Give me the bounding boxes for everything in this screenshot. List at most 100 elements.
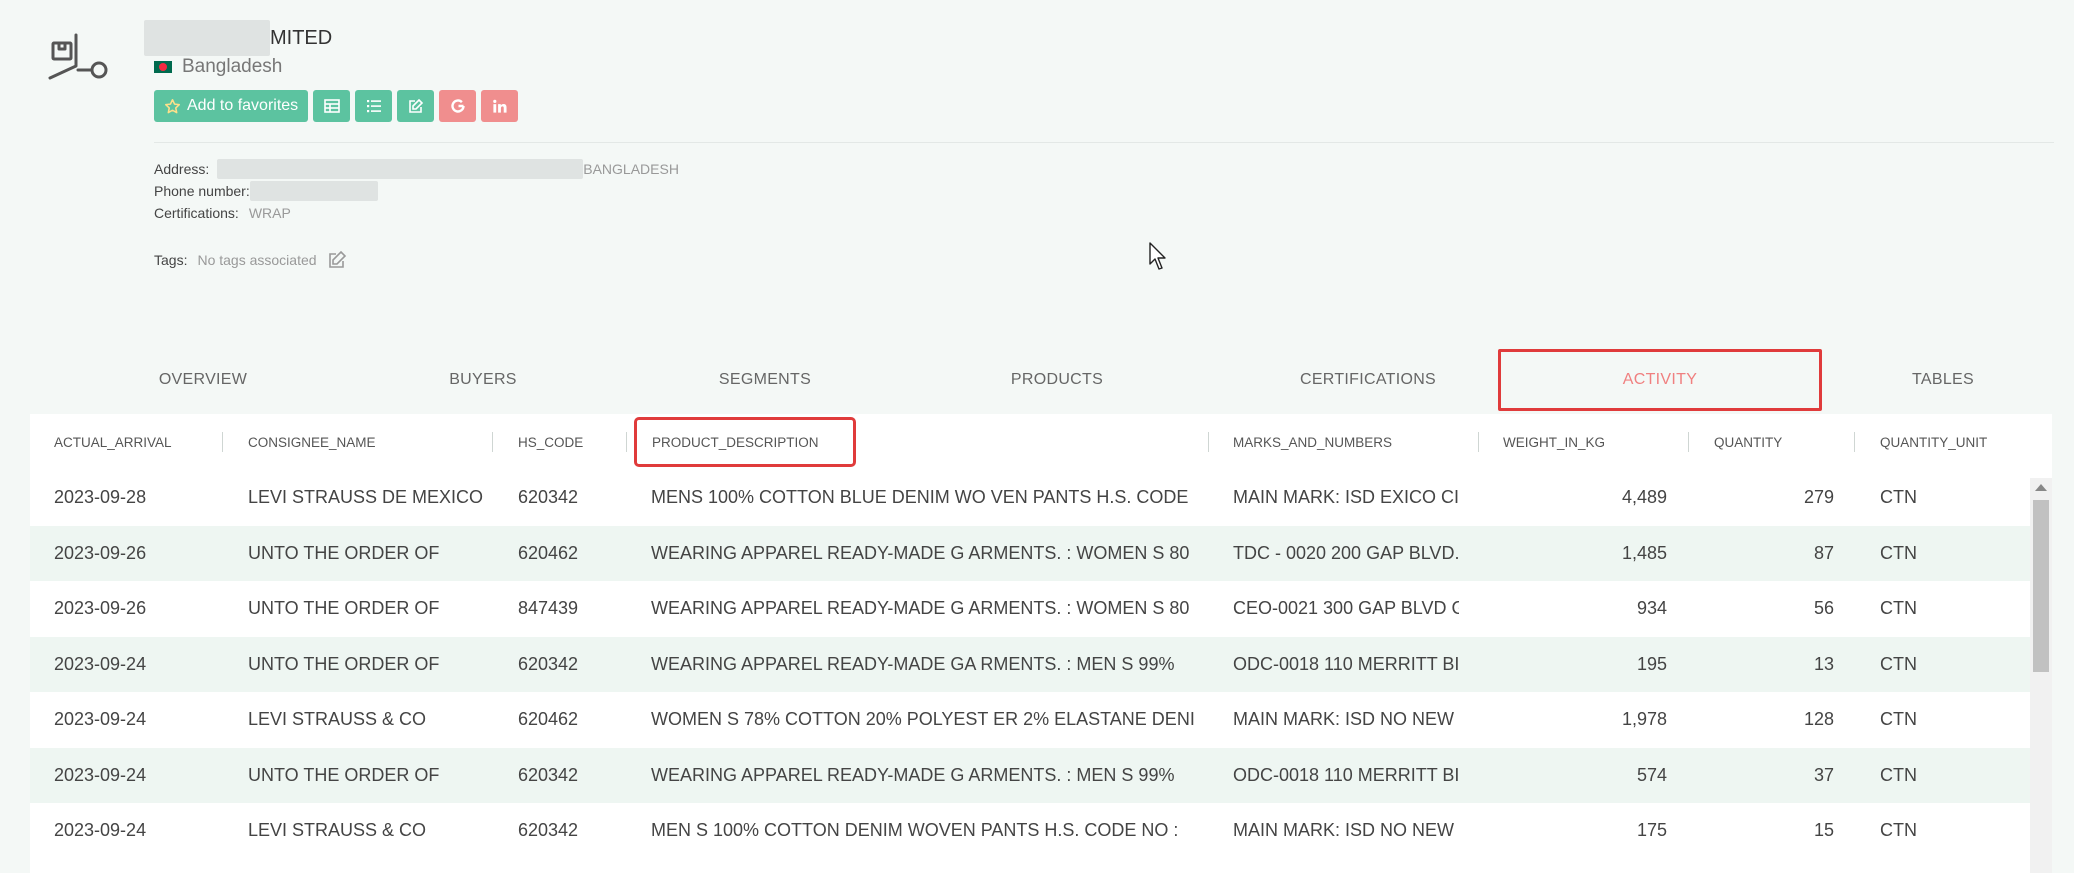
linkedin-button[interactable] [481,90,519,122]
table-row[interactable]: 2023-09-24 UNTO THE ORDER OF 620342 WEAR… [30,747,2030,803]
cell-product-description: WEARING APPAREL READY-MADE G ARMENTS. : … [651,764,1175,785]
table-body: 2023-09-28 LEVI STRAUSS DE MEXICO 620342… [30,470,2030,873]
tab-overview[interactable]: OVERVIEW [110,352,296,408]
column-resize-handle[interactable] [1208,432,1209,452]
activity-table: ACTUAL_ARRIVAL CONSIGNEE_NAME HS_CODE PR… [30,414,2052,873]
column-header-product-description[interactable]: PRODUCT_DESCRIPTION [634,417,856,467]
column-header-consignee-name[interactable]: CONSIGNEE_NAME [248,414,376,470]
cell-quantity-unit: CTN [1880,820,1917,840]
tab-certifications[interactable]: CERTIFICATIONS [1260,352,1476,408]
cell-quantity: 56 [1813,598,1834,618]
cell-quantity-unit: CTN [1880,598,1917,618]
cell-hs-code: 620342 [518,487,579,507]
company-info: Address: BANGLADESH Phone number: Certif… [154,158,679,224]
company-logo-icon [48,30,114,84]
cell-quantity-unit: CTN [1880,764,1917,785]
table-row[interactable]: 2023-09-24 LEVI STRAUSS & CO 620462 WOME… [30,692,2030,748]
column-resize-handle[interactable] [626,432,627,452]
table-row[interactable]: 2023-09-26 UNTO THE ORDER OF 620462 WEAR… [30,525,2030,581]
table-row[interactable]: 2023-09-28 LEVI STRAUSS DE MEXICO 620342… [30,470,2030,526]
company-name-suffix: MITED [270,26,333,49]
cell-weight-in-kg: 1,978 [1621,709,1667,729]
company-country: Bangladesh [154,56,282,78]
column-header-marks-and-numbers[interactable]: MARKS_AND_NUMBERS [1233,414,1392,470]
certifications-value: WRAP [248,205,291,221]
cell-actual-arrival: 2023-09-26 [54,598,147,618]
phone-row: Phone number: [154,180,679,202]
cell-marks-and-numbers: ODC-0018 110 MERRITT BI [1233,653,1459,674]
cell-quantity-unit: CTN [1880,653,1917,674]
cell-product-description: MEN S 100% COTTON DENIM WOVEN PANTS H.S.… [651,820,1179,840]
scrollbar-thumb[interactable] [2033,500,2049,672]
cell-hs-code: 620342 [518,820,579,840]
cell-actual-arrival: 2023-09-24 [54,709,147,729]
tags-value: No tags associated [197,252,317,268]
table-row[interactable]: 2023-09-24 LEVI STRAUSS & CO 620342 MEN … [30,803,2030,859]
cell-weight-in-kg: 175 [1636,820,1667,840]
edit-button[interactable] [397,90,435,122]
redacted-phone [249,181,378,201]
cell-marks-and-numbers: MAIN MARK: ISD EXICO CI [1233,487,1459,507]
table-view-button[interactable] [313,90,351,122]
table-header: ACTUAL_ARRIVAL CONSIGNEE_NAME HS_CODE PR… [30,414,2052,470]
cell-hs-code: 620462 [518,709,579,729]
cell-quantity: 15 [1813,820,1834,840]
cell-marks-and-numbers: TDC - 0020 200 GAP BLVD. [1233,542,1459,563]
tags-label: Tags: [154,252,188,268]
column-header-quantity[interactable]: QUANTITY [1714,414,1782,470]
add-to-favorites-button[interactable]: Add to favorites [154,90,309,122]
cell-quantity: 13 [1813,653,1834,674]
cell-weight-in-kg: 574 [1636,764,1667,785]
cell-product-description: WEARING APPAREL READY-MADE G ARMENTS. : … [651,542,1190,563]
column-resize-handle[interactable] [1688,432,1689,452]
column-header-actual-arrival[interactable]: ACTUAL_ARRIVAL [54,414,172,470]
cell-product-description: WOMEN S 78% COTTON 20% POLYEST ER 2% ELA… [651,709,1195,729]
tab-products[interactable]: PRODUCTS [962,352,1152,408]
cell-consignee-name: UNTO THE ORDER OF [248,653,440,674]
tags-row: Tags: No tags associated [154,248,347,272]
cell-actual-arrival: 2023-09-24 [54,653,147,674]
cell-marks-and-numbers: MAIN MARK: ISD NO NEW [1233,820,1455,840]
cell-hs-code: 620342 [518,653,579,674]
scroll-up-arrow-icon[interactable] [2035,484,2047,491]
list-icon [366,100,381,113]
tab-tables[interactable]: TABLES [1848,352,2038,408]
cell-weight-in-kg: 195 [1636,653,1667,674]
column-resize-handle[interactable] [222,432,223,452]
table-scrollbar[interactable] [2030,478,2052,873]
column-resize-handle[interactable] [492,432,493,452]
cell-actual-arrival: 2023-09-24 [54,820,147,840]
cell-weight-in-kg: 4,489 [1621,487,1667,507]
cell-actual-arrival: 2023-09-26 [54,542,147,563]
tab-buyers[interactable]: BUYERS [390,352,576,408]
redacted-name [144,20,270,56]
certifications-label: Certifications: [154,205,239,221]
cell-consignee-name: UNTO THE ORDER OF [248,598,440,618]
column-header-quantity-unit[interactable]: QUANTITY_UNIT [1880,414,1987,470]
cell-quantity: 279 [1803,487,1834,507]
cell-quantity: 37 [1813,764,1834,785]
tab-activity[interactable]: ACTIVITY [1498,349,1822,411]
cell-hs-code: 620462 [518,542,579,563]
certifications-row: Certifications: WRAP [154,202,679,224]
google-search-button[interactable] [439,90,477,122]
address-label: Address: [154,161,210,177]
linkedin-icon [493,99,507,113]
cell-consignee-name: LEVI STRAUSS & CO [248,709,427,729]
google-icon [450,99,465,113]
column-header-weight-in-kg[interactable]: WEIGHT_IN_KG [1503,414,1605,470]
table-row[interactable]: 2023-09-26 UNTO THE ORDER OF 847439 WEAR… [30,581,2030,637]
cell-quantity-unit: CTN [1880,709,1917,729]
action-toolbar: Add to favorites [154,90,519,122]
column-resize-handle[interactable] [1478,432,1479,452]
edit-icon [408,98,423,113]
column-header-hs-code[interactable]: HS_CODE [518,414,583,470]
cell-hs-code: 620342 [518,764,579,785]
table-row[interactable]: 2023-09-24 UNTO THE ORDER OF 620342 WEAR… [30,636,2030,692]
table-icon [323,99,340,113]
edit-tags-icon[interactable] [327,250,347,270]
tab-segments[interactable]: SEGMENTS [670,352,860,408]
cell-product-description: WEARING APPAREL READY-MADE G ARMENTS. : … [651,598,1190,618]
column-resize-handle[interactable] [1854,432,1855,452]
list-view-button[interactable] [355,90,393,122]
